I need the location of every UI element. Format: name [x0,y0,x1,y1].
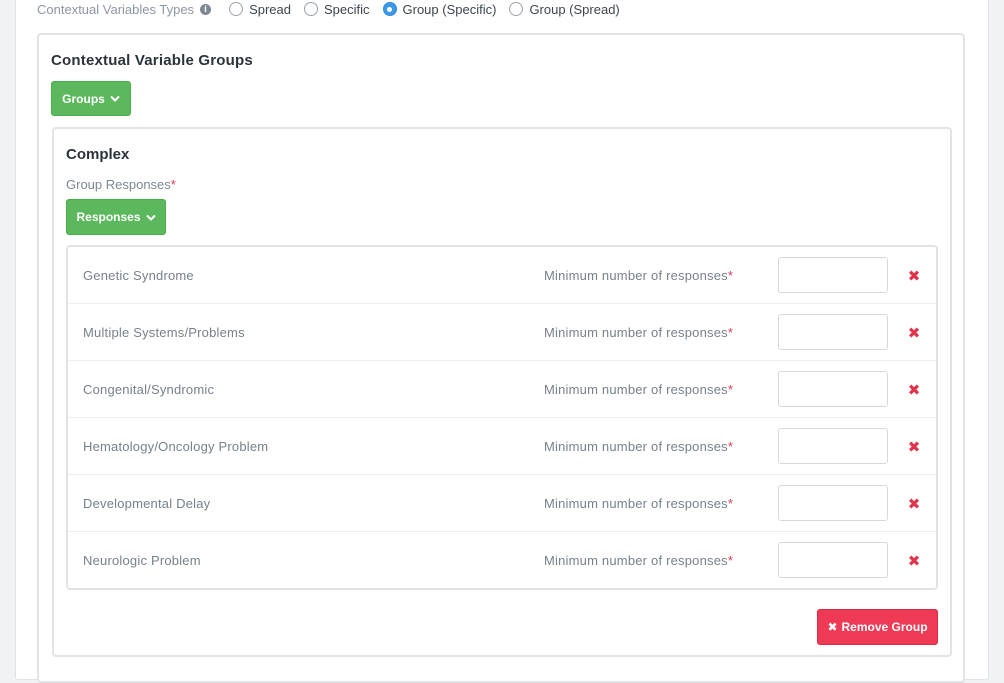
response-row: Developmental Delay Minimum number of re… [68,475,936,532]
responses-button-label: Responses [76,210,141,224]
response-row: Genetic Syndrome Minimum number of respo… [68,247,936,304]
chevron-down-icon [110,95,120,102]
groups-button-label: Groups [62,91,105,106]
min-responses-input[interactable] [778,371,888,407]
min-responses-label-text: Minimum number of responses [544,496,728,511]
radio-spread-label: Spread [249,1,291,17]
min-responses-label: Minimum number of responses * [544,532,733,589]
group-card-complex: Complex Group Responses* Responses Genet… [52,127,952,657]
remove-group-label: Remove Group [841,620,928,634]
min-responses-input[interactable] [778,428,888,464]
contextual-variables-types-row: Contextual Variables Types i Spread Spec… [37,0,633,18]
contextual-variables-types-label: Contextual Variables Types [37,1,195,17]
radio-group-specific[interactable]: Group (Specific) [382,1,497,17]
group-responses-list: Genetic Syndrome Minimum number of respo… [66,245,938,590]
min-responses-label: Minimum number of responses * [544,361,733,418]
group-title: Complex [66,146,130,163]
min-responses-input[interactable] [778,257,888,293]
min-responses-label-text: Minimum number of responses [544,325,728,340]
required-asterisk: * [727,496,734,511]
min-responses-input[interactable] [778,485,888,521]
required-asterisk: * [727,553,734,568]
remove-response-icon[interactable]: ✖ [906,475,922,532]
remove-response-icon[interactable]: ✖ [906,247,922,304]
min-responses-label-text: Minimum number of responses [544,553,728,568]
groups-section-title: Contextual Variable Groups [51,52,253,69]
response-name: Neurologic Problem [83,553,201,568]
response-name: Congenital/Syndromic [83,382,215,397]
close-icon: ✖ [827,620,838,634]
min-responses-label: Minimum number of responses * [544,304,733,361]
radio-spread[interactable]: Spread [229,2,291,17]
min-responses-label: Minimum number of responses * [544,475,733,532]
groups-dropdown-button[interactable]: Groups [51,81,131,116]
required-asterisk: * [727,382,734,397]
response-row: Neurologic Problem Minimum number of res… [68,532,936,589]
radio-group-spread[interactable]: Group (Spread) [509,1,620,17]
radio-circle-icon[interactable] [303,2,318,16]
response-row: Congenital/Syndromic Minimum number of r… [68,361,936,418]
radio-circle-icon[interactable] [229,2,244,16]
response-row: Hematology/Oncology Problem Minimum numb… [68,418,936,475]
radio-group-specific-label: Group (Specific) [402,1,497,17]
remove-response-icon[interactable]: ✖ [906,361,922,418]
response-row: Multiple Systems/Problems Minimum number… [68,304,936,361]
remove-response-icon[interactable]: ✖ [906,532,922,589]
contextual-variable-groups-card: Contextual Variable Groups Groups Comple… [37,33,965,683]
min-responses-label: Minimum number of responses * [544,247,733,304]
required-asterisk: * [170,177,176,192]
min-responses-label-text: Minimum number of responses [544,268,728,283]
min-responses-label-text: Minimum number of responses [544,382,728,397]
remove-group-button[interactable]: ✖ Remove Group [817,609,938,645]
radio-specific-label: Specific [323,1,370,17]
remove-response-icon[interactable]: ✖ [906,304,922,361]
response-name: Multiple Systems/Problems [83,325,245,340]
group-responses-label-text: Group Responses [66,177,171,192]
min-responses-input[interactable] [778,542,888,578]
response-name: Hematology/Oncology Problem [83,439,269,454]
min-responses-label: Minimum number of responses * [544,418,733,475]
radio-checked-icon[interactable] [382,2,397,16]
response-name: Genetic Syndrome [83,268,194,283]
group-responses-label: Group Responses* [66,177,176,192]
required-asterisk: * [727,268,734,283]
info-icon[interactable]: i [200,3,212,15]
min-responses-label-text: Minimum number of responses [544,439,728,454]
chevron-down-icon [145,214,156,221]
responses-dropdown-button[interactable]: Responses [66,199,166,235]
required-asterisk: * [727,325,734,340]
remove-response-icon[interactable]: ✖ [906,418,922,475]
required-asterisk: * [727,439,734,454]
radio-group-spread-label: Group (Spread) [529,1,620,17]
response-name: Developmental Delay [83,496,211,511]
radio-specific[interactable]: Specific [303,1,370,17]
min-responses-input[interactable] [778,314,888,350]
radio-circle-icon[interactable] [509,2,524,16]
